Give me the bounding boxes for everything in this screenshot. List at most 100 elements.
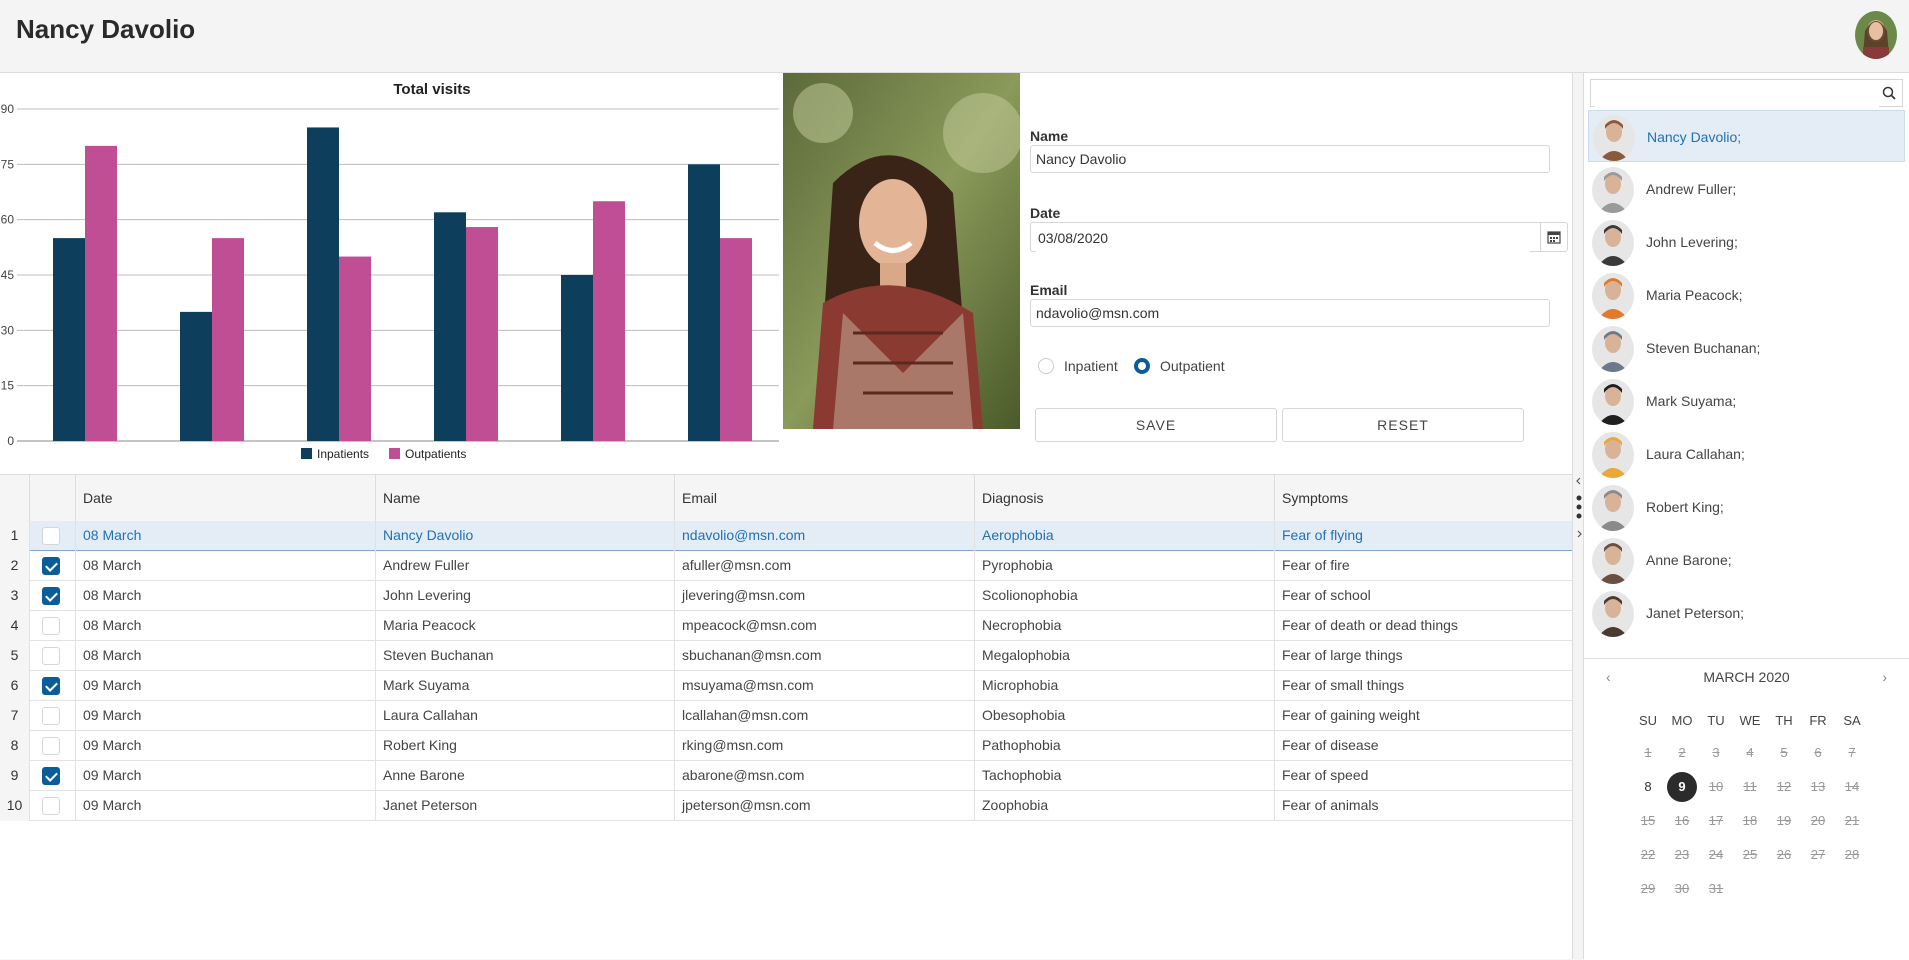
calendar-day[interactable]: 27 [1803, 840, 1833, 870]
cell-email[interactable]: ndavolio@msn.com [675, 521, 975, 551]
person-item[interactable]: Janet Peterson; [1588, 587, 1905, 639]
radio-inpatient[interactable]: Inpatient [1038, 358, 1118, 374]
cell-diagnosis[interactable]: Scolionophobia [975, 581, 1275, 611]
cell-diagnosis[interactable]: Pathophobia [975, 731, 1275, 761]
cell-name[interactable]: Maria Peacock [376, 611, 675, 641]
row-checkbox[interactable] [42, 707, 60, 725]
calendar-day[interactable]: 31 [1701, 874, 1731, 904]
calendar-title[interactable]: MARCH 2020 [1584, 659, 1909, 695]
calendar-day[interactable]: 11 [1735, 772, 1765, 802]
row-checkbox[interactable] [42, 617, 60, 635]
cell-date[interactable]: 09 March [76, 761, 376, 791]
calendar-day[interactable]: 25 [1735, 840, 1765, 870]
calendar-icon[interactable] [1540, 223, 1567, 251]
bar-inpatients[interactable] [688, 164, 720, 441]
legend-label[interactable]: Inpatients [317, 447, 369, 461]
cell-email[interactable]: afuller@msn.com [675, 551, 975, 581]
cell-symptoms[interactable]: Fear of school [1275, 581, 1574, 611]
cell-name[interactable]: Anne Barone [376, 761, 675, 791]
calendar-day[interactable]: 10 [1701, 772, 1731, 802]
table-row[interactable]: 5 08 March Steven Buchanan sbuchanan@msn.co… [0, 641, 1574, 671]
row-checkbox[interactable] [42, 767, 60, 785]
cell-name[interactable]: Laura Callahan [376, 701, 675, 731]
calendar-day[interactable]: 8 [1633, 772, 1663, 802]
cell-symptoms[interactable]: Fear of small things [1275, 671, 1574, 701]
person-item[interactable]: John Levering; [1588, 216, 1905, 268]
radio-outpatient[interactable]: Outpatient [1134, 358, 1225, 374]
cell-date[interactable]: 09 March [76, 731, 376, 761]
date-field[interactable] [1036, 224, 1530, 252]
cell-diagnosis[interactable]: Tachophobia [975, 761, 1275, 791]
date-picker[interactable] [1030, 222, 1568, 252]
bar-outpatients[interactable] [720, 238, 752, 441]
bar-outpatients[interactable] [85, 145, 117, 441]
cell-email[interactable]: rking@msn.com [675, 731, 975, 761]
table-row[interactable]: 3 08 March John Levering jlevering@msn.com S… [0, 581, 1574, 611]
calendar-day[interactable]: 26 [1769, 840, 1799, 870]
table-row[interactable]: 8 09 March Robert King rking@msn.com Pathoph… [0, 731, 1574, 761]
cell-date[interactable]: 09 March [76, 671, 376, 701]
cell-name[interactable]: John Levering [376, 581, 675, 611]
table-row[interactable]: 9 09 March Anne Barone abarone@msn.com Tacho… [0, 761, 1574, 791]
cell-symptoms[interactable]: Fear of fire [1275, 551, 1574, 581]
cell-symptoms[interactable]: Fear of death or dead things [1275, 611, 1574, 641]
calendar-day[interactable]: 16 [1667, 806, 1697, 836]
calendar-next-icon[interactable]: › [1882, 659, 1887, 695]
cell-email[interactable]: sbuchanan@msn.com [675, 641, 975, 671]
calendar-day[interactable]: 24 [1701, 840, 1731, 870]
calendar-day[interactable]: 5 [1769, 738, 1799, 768]
calendar-day[interactable]: 20 [1803, 806, 1833, 836]
calendar-day[interactable]: 7 [1837, 738, 1867, 768]
calendar-day[interactable]: 9 [1667, 772, 1697, 802]
cell-symptoms[interactable]: Fear of gaining weight [1275, 701, 1574, 731]
cell-email[interactable]: msuyama@msn.com [675, 671, 975, 701]
cell-date[interactable]: 08 March [76, 551, 376, 581]
bar-outpatients[interactable] [212, 238, 244, 441]
radio-outpatient-circle[interactable] [1134, 358, 1150, 374]
calendar-day[interactable]: 3 [1701, 738, 1731, 768]
person-item[interactable]: Steven Buchanan; [1588, 322, 1905, 374]
cell-name[interactable]: Nancy Davolio [376, 521, 675, 551]
cell-diagnosis[interactable]: Megalophobia [975, 641, 1275, 671]
cell-date[interactable]: 09 March [76, 791, 376, 821]
row-checkbox[interactable] [42, 557, 60, 575]
email-field[interactable]: ndavolio@msn.com [1030, 299, 1550, 327]
cell-name[interactable]: Robert King [376, 731, 675, 761]
person-item[interactable]: Maria Peacock; [1588, 269, 1905, 321]
table-row[interactable]: 7 09 March Laura Callahan lcallahan@msn.com… [0, 701, 1574, 731]
row-checkbox[interactable] [42, 647, 60, 665]
calendar-day[interactable]: 2 [1667, 738, 1697, 768]
person-item[interactable]: Andrew Fuller; [1588, 163, 1905, 215]
bar-outpatients[interactable] [593, 201, 625, 441]
cell-date[interactable]: 08 March [76, 521, 376, 551]
bar-inpatients[interactable] [180, 311, 212, 441]
bar-outpatients[interactable] [466, 227, 498, 441]
people-search[interactable] [1590, 79, 1903, 107]
column-header-symptoms[interactable]: Symptoms [1275, 475, 1574, 521]
person-item[interactable]: Laura Callahan; [1588, 428, 1905, 480]
column-header-diagnosis[interactable]: Diagnosis [975, 475, 1275, 521]
radio-inpatient-circle[interactable] [1038, 358, 1054, 374]
column-header-name[interactable]: Name [376, 475, 675, 521]
calendar-day[interactable]: 4 [1735, 738, 1765, 768]
calendar-day[interactable]: 21 [1837, 806, 1867, 836]
bar-inpatients[interactable] [434, 212, 466, 441]
calendar-day[interactable]: 18 [1735, 806, 1765, 836]
cell-email[interactable]: lcallahan@msn.com [675, 701, 975, 731]
name-field[interactable]: Nancy Davolio [1030, 145, 1550, 173]
calendar-day[interactable]: 12 [1769, 772, 1799, 802]
cell-email[interactable]: jlevering@msn.com [675, 581, 975, 611]
bar-inpatients[interactable] [307, 127, 339, 441]
person-item[interactable]: Mark Suyama; [1588, 375, 1905, 427]
calendar-day[interactable]: 23 [1667, 840, 1697, 870]
calendar-day[interactable]: 29 [1633, 874, 1663, 904]
calendar-day[interactable]: 22 [1633, 840, 1663, 870]
calendar-day[interactable]: 13 [1803, 772, 1833, 802]
table-row[interactable]: 2 08 March Andrew Fuller afuller@msn.com Pyr… [0, 551, 1574, 581]
bar-inpatients[interactable] [53, 238, 85, 441]
search-icon[interactable] [1882, 86, 1896, 100]
cell-date[interactable]: 08 March [76, 611, 376, 641]
row-checkbox[interactable] [42, 797, 60, 815]
table-row[interactable]: 4 08 March Maria Peacock mpeacock@msn.com Ne… [0, 611, 1574, 641]
cell-diagnosis[interactable]: Pyrophobia [975, 551, 1275, 581]
